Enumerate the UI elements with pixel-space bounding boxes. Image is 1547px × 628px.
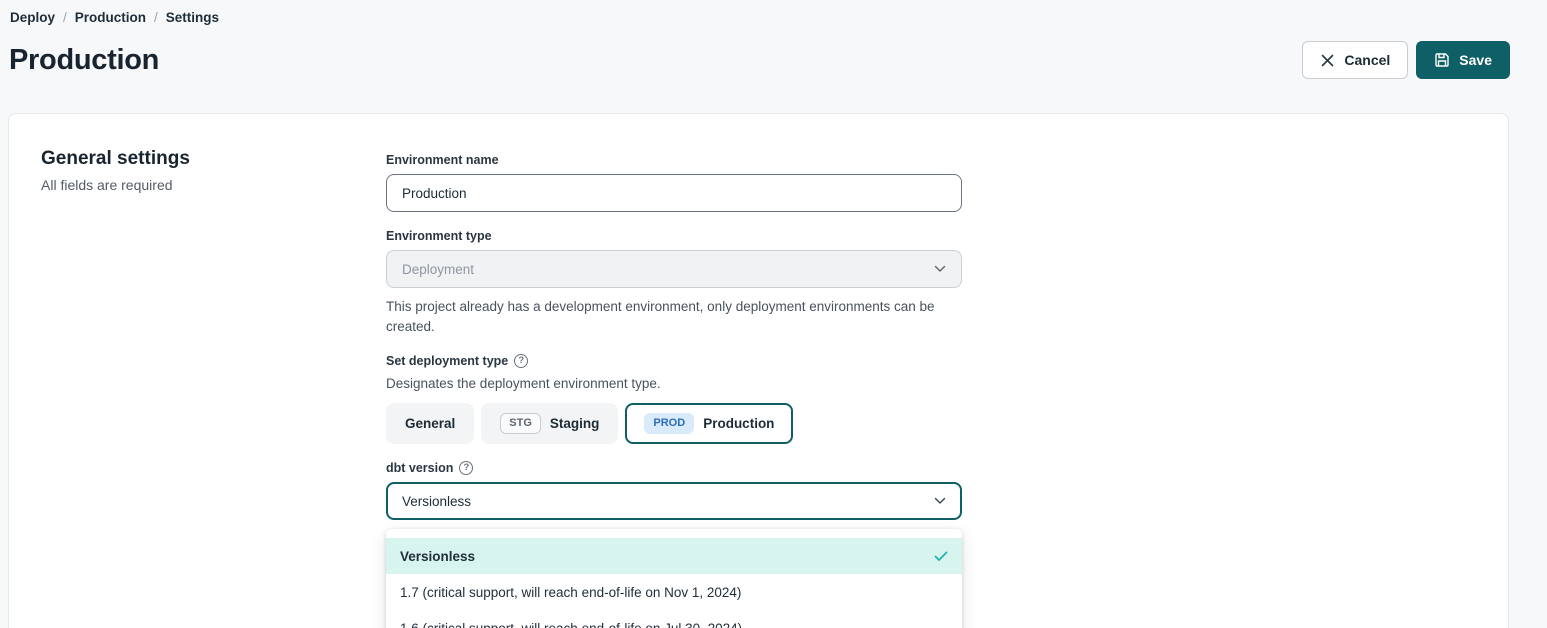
save-button-label: Save	[1459, 52, 1492, 68]
deployment-type-label: Set deployment type ?	[386, 354, 962, 368]
deployment-type-label-text: Set deployment type	[386, 354, 508, 368]
header-actions: Cancel Save	[1302, 41, 1510, 79]
dropdown-option-label: 1.7 (critical support, will reach end-of…	[400, 585, 741, 600]
environment-type-label: Environment type	[386, 229, 962, 243]
check-icon	[934, 551, 948, 562]
environment-type-value: Deployment	[402, 262, 474, 277]
help-icon[interactable]: ?	[459, 461, 473, 475]
chevron-down-icon	[934, 265, 946, 273]
dropdown-option-label: Versionless	[400, 549, 475, 564]
general-settings-card: General settings All fields are required…	[8, 113, 1509, 628]
dropdown-option-1-7[interactable]: 1.7 (critical support, will reach end-of…	[386, 574, 962, 610]
page-header: Production Cancel Save	[0, 25, 1547, 79]
chevron-down-icon	[934, 497, 946, 505]
save-button[interactable]: Save	[1416, 41, 1510, 79]
dbt-version-label: dbt version ?	[386, 461, 962, 475]
breadcrumb-separator: /	[154, 10, 158, 25]
deployment-option-staging-label: Staging	[550, 416, 600, 431]
breadcrumb-separator: /	[63, 10, 67, 25]
dbt-version-select[interactable]: Versionless	[386, 482, 962, 520]
environment-name-input[interactable]	[386, 174, 962, 212]
dropdown-option-1-6[interactable]: 1.6 (critical support, will reach end-of…	[386, 610, 962, 628]
save-icon	[1434, 52, 1450, 68]
dbt-version-dropdown: Versionless 1.7 (critical support, will …	[386, 529, 962, 628]
dropdown-option-versionless[interactable]: Versionless	[386, 538, 962, 574]
breadcrumb-settings: Settings	[166, 10, 219, 25]
cancel-button[interactable]: Cancel	[1302, 41, 1408, 79]
production-badge: PROD	[644, 413, 694, 434]
page-title: Production	[9, 44, 159, 77]
deployment-option-staging[interactable]: STG Staging	[481, 403, 618, 444]
deployment-option-general-label: General	[405, 416, 455, 431]
breadcrumb: Deploy / Production / Settings	[0, 0, 1547, 25]
deployment-type-options: General STG Staging PROD Production	[386, 403, 962, 444]
environment-type-helper: This project already has a development e…	[386, 297, 936, 337]
environment-type-select: Deployment	[386, 250, 962, 288]
deployment-option-production-label: Production	[703, 416, 774, 431]
dropdown-option-label: 1.6 (critical support, will reach end-of…	[400, 621, 742, 628]
breadcrumb-deploy[interactable]: Deploy	[10, 10, 55, 25]
staging-badge: STG	[500, 413, 541, 434]
help-icon[interactable]: ?	[514, 354, 528, 368]
breadcrumb-production[interactable]: Production	[75, 10, 146, 25]
environment-name-label: Environment name	[386, 153, 962, 167]
dbt-version-value: Versionless	[402, 494, 471, 509]
dbt-version-label-text: dbt version	[386, 461, 453, 475]
deployment-option-production[interactable]: PROD Production	[625, 403, 793, 444]
close-icon	[1320, 53, 1335, 68]
cancel-button-label: Cancel	[1344, 52, 1390, 68]
section-subtitle: All fields are required	[41, 177, 190, 193]
section-title: General settings	[41, 148, 190, 170]
card-heading: General settings All fields are required	[41, 148, 190, 193]
deployment-option-general[interactable]: General	[386, 403, 474, 444]
settings-form: Environment name Environment type Deploy…	[386, 153, 962, 628]
deployment-type-description: Designates the deployment environment ty…	[386, 376, 962, 391]
